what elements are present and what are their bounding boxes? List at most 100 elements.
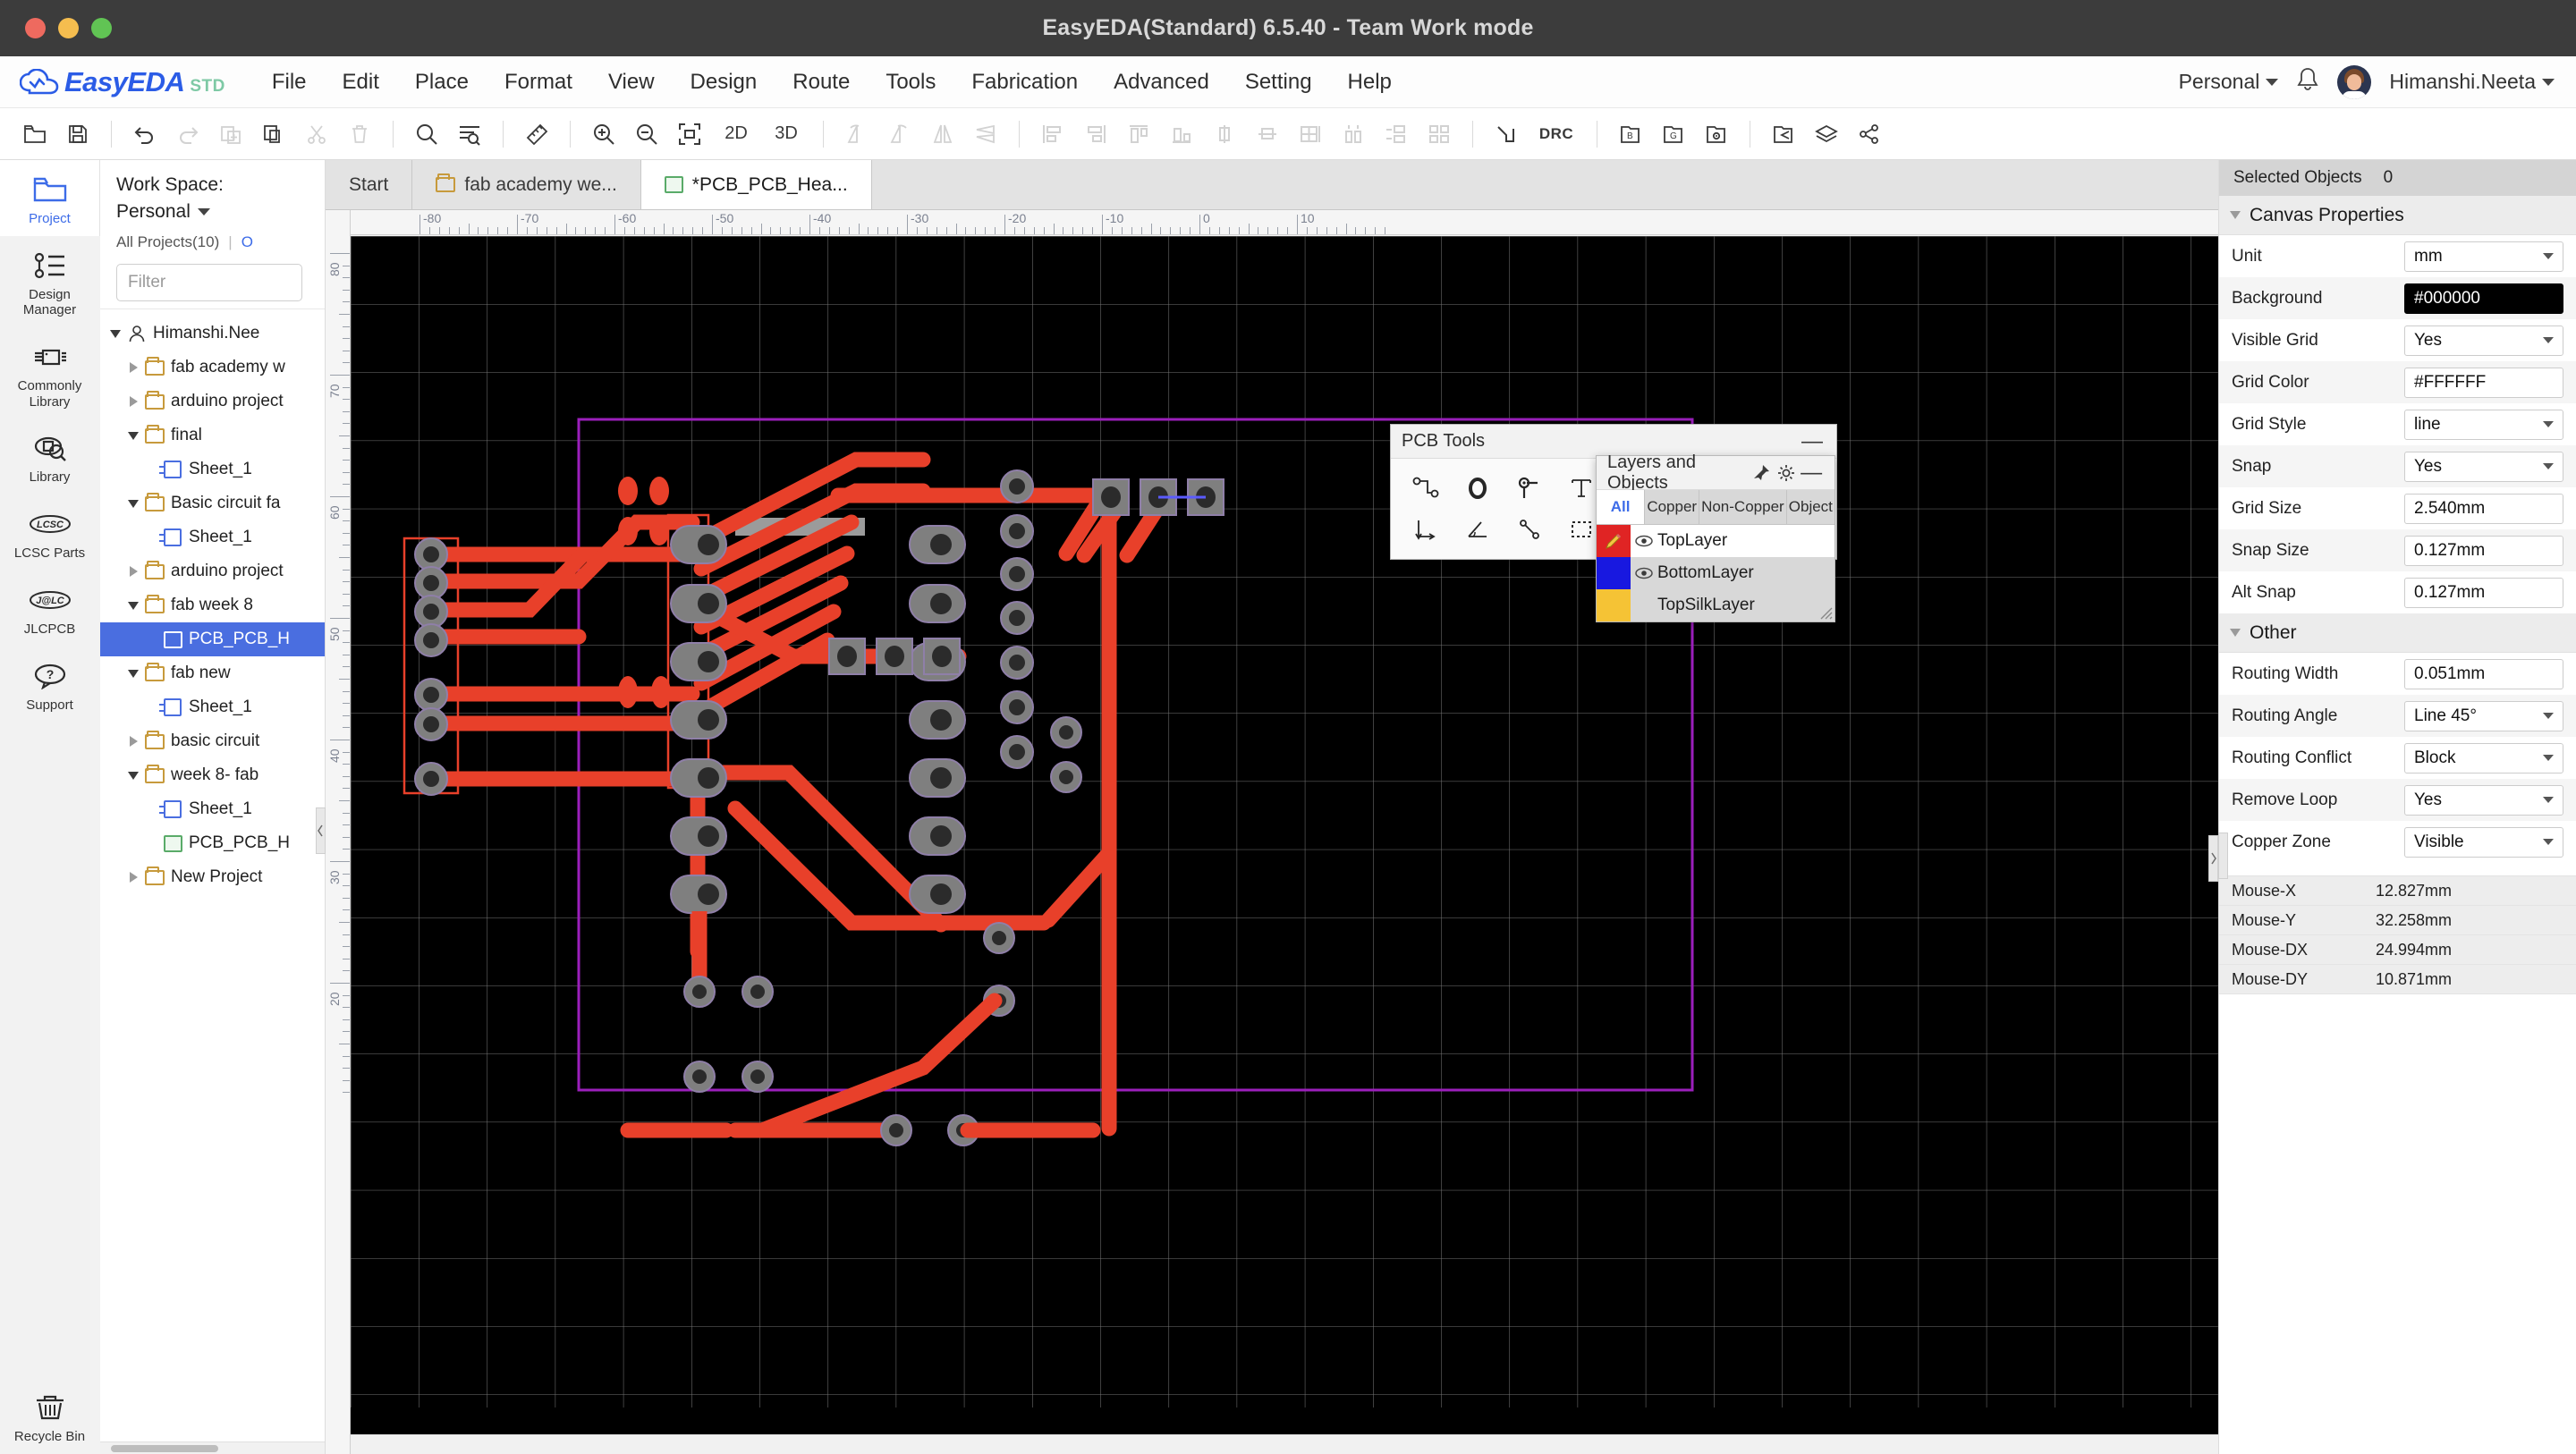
paste-icon[interactable] — [210, 115, 251, 153]
track-icon[interactable] — [1400, 468, 1452, 509]
zoom-out-icon[interactable] — [626, 115, 667, 153]
notifications-bell[interactable] — [2296, 67, 2319, 97]
tree-item[interactable]: Basic circuit fa — [100, 486, 325, 520]
open-folder-icon[interactable] — [14, 115, 55, 153]
canvas-properties-section-header[interactable]: Canvas Properties — [2219, 196, 2576, 235]
mirror-vertical-icon[interactable] — [922, 115, 963, 153]
drc-button[interactable]: DRC — [1529, 115, 1584, 153]
mirror-horizontal-icon[interactable] — [965, 115, 1006, 153]
chevron-down-icon[interactable] — [106, 329, 125, 338]
filter-input[interactable]: Filter — [116, 264, 302, 301]
tree-item[interactable]: basic circuit — [100, 724, 325, 758]
tree-item[interactable]: PCB_PCB_H — [100, 826, 325, 860]
rail-item-jlcpcb[interactable]: J@LC JLCPCB — [0, 570, 100, 647]
chevron-down-icon[interactable] — [123, 499, 143, 508]
properties-panel-resize-grip[interactable] — [2218, 833, 2228, 880]
tree-item[interactable]: Sheet_1 — [100, 690, 325, 724]
property-select[interactable]: Yes — [2404, 451, 2563, 482]
layer-row-toplayer[interactable]: TopLayer — [1597, 525, 1835, 557]
chevron-down-icon[interactable] — [123, 601, 143, 610]
minimize-icon[interactable]: — — [1799, 428, 1826, 455]
property-select[interactable]: line — [2404, 409, 2563, 440]
tree-item[interactable]: fab new — [100, 656, 325, 690]
layers-tab-non-copper[interactable]: Non-Copper — [1699, 490, 1787, 524]
property-select[interactable]: Yes — [2404, 784, 2563, 816]
tree-item[interactable]: fab academy w — [100, 351, 325, 385]
search-icon[interactable] — [406, 115, 447, 153]
cut-icon[interactable] — [296, 115, 337, 153]
find-similar-icon[interactable] — [449, 115, 490, 153]
menu-design[interactable]: Design — [673, 64, 775, 100]
zoom-in-icon[interactable] — [583, 115, 624, 153]
distribute-horizontal-icon[interactable] — [1376, 115, 1417, 153]
drill-icon[interactable] — [1696, 115, 1737, 153]
rail-item-support[interactable]: ? Support — [0, 646, 100, 723]
chevron-right-icon[interactable] — [123, 362, 143, 373]
tree-item[interactable]: Sheet_1 — [100, 452, 325, 486]
rail-item-lcsc-parts[interactable]: LCSC LCSC Parts — [0, 495, 100, 571]
property-input[interactable]: #FFFFFF — [2404, 367, 2563, 398]
menu-edit[interactable]: Edit — [325, 64, 397, 100]
tree-item[interactable]: fab week 8 — [100, 588, 325, 622]
import-icon[interactable] — [1763, 115, 1804, 153]
pcb-canvas[interactable] — [351, 236, 2218, 1434]
chevron-right-icon[interactable] — [123, 566, 143, 577]
menu-route[interactable]: Route — [775, 64, 868, 100]
copy-icon[interactable] — [253, 115, 294, 153]
menu-view[interactable]: View — [590, 64, 673, 100]
layers-tab-copper[interactable]: Copper — [1645, 490, 1700, 524]
chevron-right-icon[interactable] — [123, 872, 143, 883]
align-left-icon[interactable] — [1032, 115, 1073, 153]
tab-pcb-document[interactable]: *PCB_PCB_Hea... — [640, 160, 872, 209]
tree-item[interactable]: Himanshi.Nee — [100, 317, 325, 351]
rail-item-design-manager[interactable]: Design Manager — [0, 235, 100, 328]
all-projects-link[interactable]: All Projects(10) — [116, 233, 219, 251]
eye-icon[interactable] — [1631, 567, 1657, 579]
layers-tab-object[interactable]: Object — [1787, 490, 1835, 524]
property-input[interactable]: 2.540mm — [2404, 493, 2563, 524]
pad-icon[interactable] — [1504, 468, 1555, 509]
tree-item[interactable]: week 8- fab — [100, 758, 325, 792]
gear-icon[interactable] — [1775, 460, 1800, 486]
panel-resize-handle[interactable] — [1817, 604, 1833, 620]
tree-item[interactable]: New Project — [100, 860, 325, 894]
angle-icon[interactable] — [1452, 509, 1504, 550]
save-icon[interactable] — [57, 115, 98, 153]
rotate-cw-icon[interactable] — [879, 115, 920, 153]
delete-icon[interactable] — [339, 115, 380, 153]
polyline-icon[interactable] — [1504, 509, 1555, 550]
menu-setting[interactable]: Setting — [1227, 64, 1330, 100]
menu-format[interactable]: Format — [487, 64, 590, 100]
second-link[interactable]: O — [242, 233, 253, 251]
project-panel-hscrollbar[interactable] — [100, 1441, 325, 1454]
grid-align-icon[interactable] — [1290, 115, 1331, 153]
tree-item[interactable]: PCB_PCB_H — [100, 622, 325, 656]
property-input[interactable]: 0.127mm — [2404, 535, 2563, 566]
layers-tab-all[interactable]: All — [1597, 490, 1646, 524]
view-2d-button[interactable]: 2D — [712, 115, 760, 153]
via-icon[interactable] — [1452, 468, 1504, 509]
tab-start[interactable]: Start — [326, 160, 413, 209]
autoroute-icon[interactable] — [1486, 115, 1527, 153]
fit-to-screen-icon[interactable] — [669, 115, 710, 153]
property-input[interactable]: 0.127mm — [2404, 577, 2563, 608]
account-menu[interactable]: Himanshi.Neeta — [2389, 70, 2555, 94]
align-right-icon[interactable] — [1075, 115, 1116, 153]
share-icon[interactable] — [1849, 115, 1890, 153]
layers-panel-header[interactable]: Layers and Objects — — [1597, 452, 1835, 493]
layer-color-swatch[interactable] — [1597, 525, 1631, 557]
tree-item[interactable]: final — [100, 418, 325, 452]
align-top-icon[interactable] — [1118, 115, 1159, 153]
tab-fab-academy[interactable]: fab academy we... — [412, 160, 641, 209]
menu-tools[interactable]: Tools — [868, 64, 953, 100]
workspace-value-selector[interactable]: Personal — [116, 201, 309, 223]
property-select[interactable]: Yes — [2404, 325, 2563, 356]
vertical-ruler[interactable]: 80 70 60 50 40 30 20 — [326, 210, 351, 1454]
minimize-icon[interactable]: — — [1799, 460, 1824, 486]
gerber-icon[interactable]: G — [1653, 115, 1694, 153]
property-select[interactable]: Visible — [2404, 826, 2563, 858]
tree-item[interactable]: arduino project — [100, 385, 325, 418]
layers-and-objects-panel[interactable]: Layers and Objects — All Copper Non-Copp… — [1596, 452, 1835, 622]
rotate-ccw-icon[interactable] — [836, 115, 877, 153]
menu-advanced[interactable]: Advanced — [1096, 64, 1227, 100]
